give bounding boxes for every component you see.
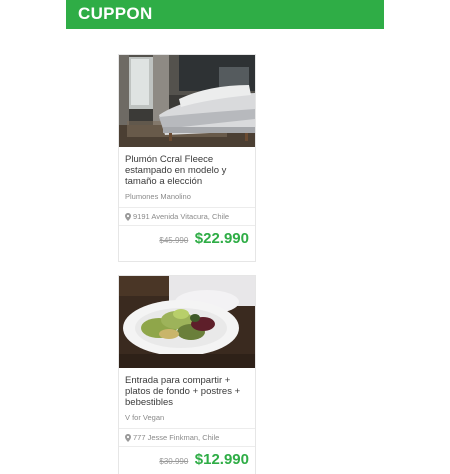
deal-card[interactable]: Entrada para compartir + platos de fondo… bbox=[118, 275, 256, 474]
deal-location-text: 777 Jesse Finkman, Chile bbox=[133, 433, 220, 442]
salad-photo bbox=[119, 276, 255, 368]
deal-new-price: $12.990 bbox=[194, 451, 249, 468]
deal-price-row: $30.990 $12.990 bbox=[119, 446, 255, 473]
app-header: CUPPON bbox=[66, 0, 384, 29]
deal-image-bedroom[interactable] bbox=[119, 55, 255, 147]
deal-merchant: Plumones Manolino bbox=[125, 192, 191, 201]
deal-new-price: $22.990 bbox=[194, 230, 249, 247]
deal-title[interactable]: Entrada para compartir + platos de fondo… bbox=[125, 375, 249, 408]
map-pin-icon bbox=[125, 212, 131, 221]
deal-image-salad[interactable] bbox=[119, 276, 255, 368]
deal-location-text: 9191 Avenida Vitacura, Chile bbox=[133, 212, 230, 221]
deal-title[interactable]: Plumón Ccral Fleece estampado en modelo … bbox=[125, 154, 249, 187]
bedroom-photo bbox=[119, 55, 255, 147]
map-pin-icon bbox=[125, 433, 131, 442]
deal-old-price: $45.990 bbox=[159, 236, 189, 245]
brand-logo[interactable]: CUPPON bbox=[78, 4, 153, 24]
deal-location: 777 Jesse Finkman, Chile bbox=[119, 428, 255, 446]
deal-merchant: V for Vegan bbox=[125, 413, 165, 422]
deal-location: 9191 Avenida Vitacura, Chile bbox=[119, 207, 255, 225]
deal-card[interactable]: Plumón Ccral Fleece estampado en modelo … bbox=[118, 54, 256, 262]
deal-old-price: $30.990 bbox=[159, 457, 189, 466]
deal-price-row: $45.990 $22.990 bbox=[119, 225, 255, 252]
